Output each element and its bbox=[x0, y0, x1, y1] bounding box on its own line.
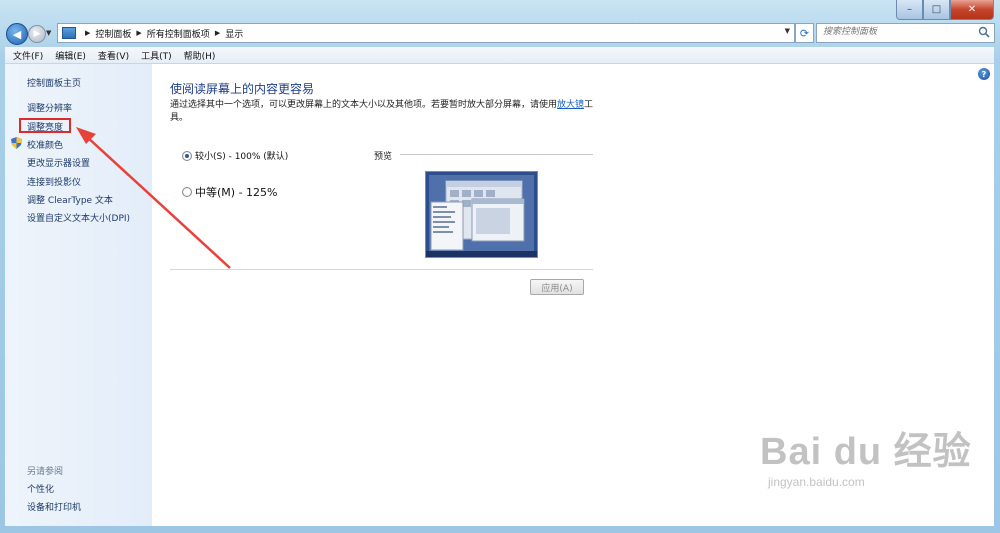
description-text: 通过选择其中一个选项，可以更改屏幕上的文本大小以及其他项。若要暂时放大部分屏幕，… bbox=[170, 100, 558, 110]
breadcrumb-all-items[interactable]: 所有控制面板项 bbox=[147, 27, 210, 40]
page-title: 使阅读屏幕上的内容更容易 bbox=[170, 82, 315, 96]
refresh-button[interactable]: ⟳ bbox=[795, 23, 814, 43]
sidebar-item-resolution[interactable]: 调整分辨率 bbox=[27, 101, 72, 114]
baidu-watermark: Bai du 经验 jingyan.baidu.com bbox=[760, 420, 972, 489]
back-button[interactable]: ◀ bbox=[6, 23, 28, 45]
close-button[interactable]: ✕ bbox=[950, 0, 994, 20]
page-description: 通过选择其中一个选项，可以更改屏幕上的文本大小以及其他项。若要暂时放大部分屏幕，… bbox=[170, 99, 595, 125]
explorer-window: – □ ✕ ◀ ▶ ▼ ▶ 控制面板 ▶ 所有控制面板项 ▶ 显示 ▼ ⟳ 文件… bbox=[0, 0, 1000, 533]
menu-help[interactable]: 帮助(H) bbox=[184, 49, 216, 62]
search-icon[interactable] bbox=[978, 26, 990, 38]
caption-buttons: – □ ✕ bbox=[896, 0, 994, 20]
forward-button[interactable]: ▶ bbox=[28, 25, 46, 43]
search-input[interactable] bbox=[817, 24, 973, 40]
option-medium-label[interactable]: 中等(M) - 125% bbox=[195, 184, 277, 200]
breadcrumb-separator[interactable]: ▶ bbox=[85, 29, 90, 37]
search-box[interactable] bbox=[816, 23, 995, 43]
magnifier-link[interactable]: 放大镜 bbox=[557, 100, 584, 110]
history-dropdown[interactable]: ▼ bbox=[46, 29, 51, 37]
sidebar-item-devices-printers[interactable]: 设备和打印机 bbox=[27, 500, 81, 513]
control-panel-icon bbox=[62, 27, 76, 39]
sidebar-item-personalization[interactable]: 个性化 bbox=[27, 482, 54, 495]
minimize-button[interactable]: – bbox=[896, 0, 923, 20]
breadcrumb-separator[interactable]: ▶ bbox=[215, 29, 220, 37]
preview-image bbox=[425, 171, 538, 258]
menu-tools[interactable]: 工具(T) bbox=[141, 49, 172, 62]
watermark-url: jingyan.baidu.com bbox=[768, 475, 865, 489]
radio-smaller[interactable] bbox=[182, 151, 192, 161]
sidebar-item-display-settings[interactable]: 更改显示器设置 bbox=[27, 156, 90, 169]
breadcrumb-display[interactable]: 显示 bbox=[225, 27, 243, 40]
sidebar-item-custom-dpi[interactable]: 设置自定义文本大小(DPI) bbox=[27, 211, 130, 224]
menu-file[interactable]: 文件(F) bbox=[13, 49, 43, 62]
menu-bar: 文件(F) 编辑(E) 查看(V) 工具(T) 帮助(H) bbox=[5, 47, 994, 64]
menu-view[interactable]: 查看(V) bbox=[98, 49, 129, 62]
see-also-heading: 另请参阅 bbox=[27, 467, 64, 477]
sidebar-item-projector[interactable]: 连接到投影仪 bbox=[27, 175, 81, 188]
back-arrow-icon: ◀ bbox=[12, 27, 22, 41]
content-divider bbox=[170, 269, 593, 270]
radio-medium[interactable] bbox=[182, 187, 192, 197]
menu-edit[interactable]: 编辑(E) bbox=[55, 49, 86, 62]
breadcrumb-control-panel[interactable]: 控制面板 bbox=[95, 27, 131, 40]
breadcrumb-separator[interactable]: ▶ bbox=[136, 29, 141, 37]
highlight-box bbox=[19, 118, 71, 133]
sidebar-item-cleartype[interactable]: 调整 ClearType 文本 bbox=[27, 193, 113, 206]
sidebar: 控制面板主页 调整分辨率 调整亮度 校准颜色 更改显示器设置 连接到投影仪 调整… bbox=[5, 64, 152, 526]
sidebar-item-calibrate-color[interactable]: 校准颜色 bbox=[27, 138, 63, 151]
forward-arrow-icon: ▶ bbox=[33, 29, 41, 39]
apply-button[interactable]: 应用(A) bbox=[530, 279, 584, 295]
preview-screen-illustration bbox=[426, 172, 537, 257]
preview-divider bbox=[400, 154, 593, 155]
watermark-brand: Bai du 经验 bbox=[760, 431, 972, 473]
shield-icon bbox=[11, 137, 22, 149]
sidebar-home-link[interactable]: 控制面板主页 bbox=[27, 76, 81, 89]
address-dropdown-icon[interactable]: ▼ bbox=[785, 27, 790, 35]
preview-label: 预览 bbox=[374, 152, 393, 162]
option-smaller-label[interactable]: 较小(S) - 100% (默认) bbox=[195, 149, 288, 162]
address-bar[interactable]: ▶ 控制面板 ▶ 所有控制面板项 ▶ 显示 ▼ bbox=[57, 23, 795, 43]
refresh-icon: ⟳ bbox=[799, 26, 810, 40]
maximize-button[interactable]: □ bbox=[923, 0, 950, 20]
help-icon[interactable]: ? bbox=[978, 68, 990, 80]
